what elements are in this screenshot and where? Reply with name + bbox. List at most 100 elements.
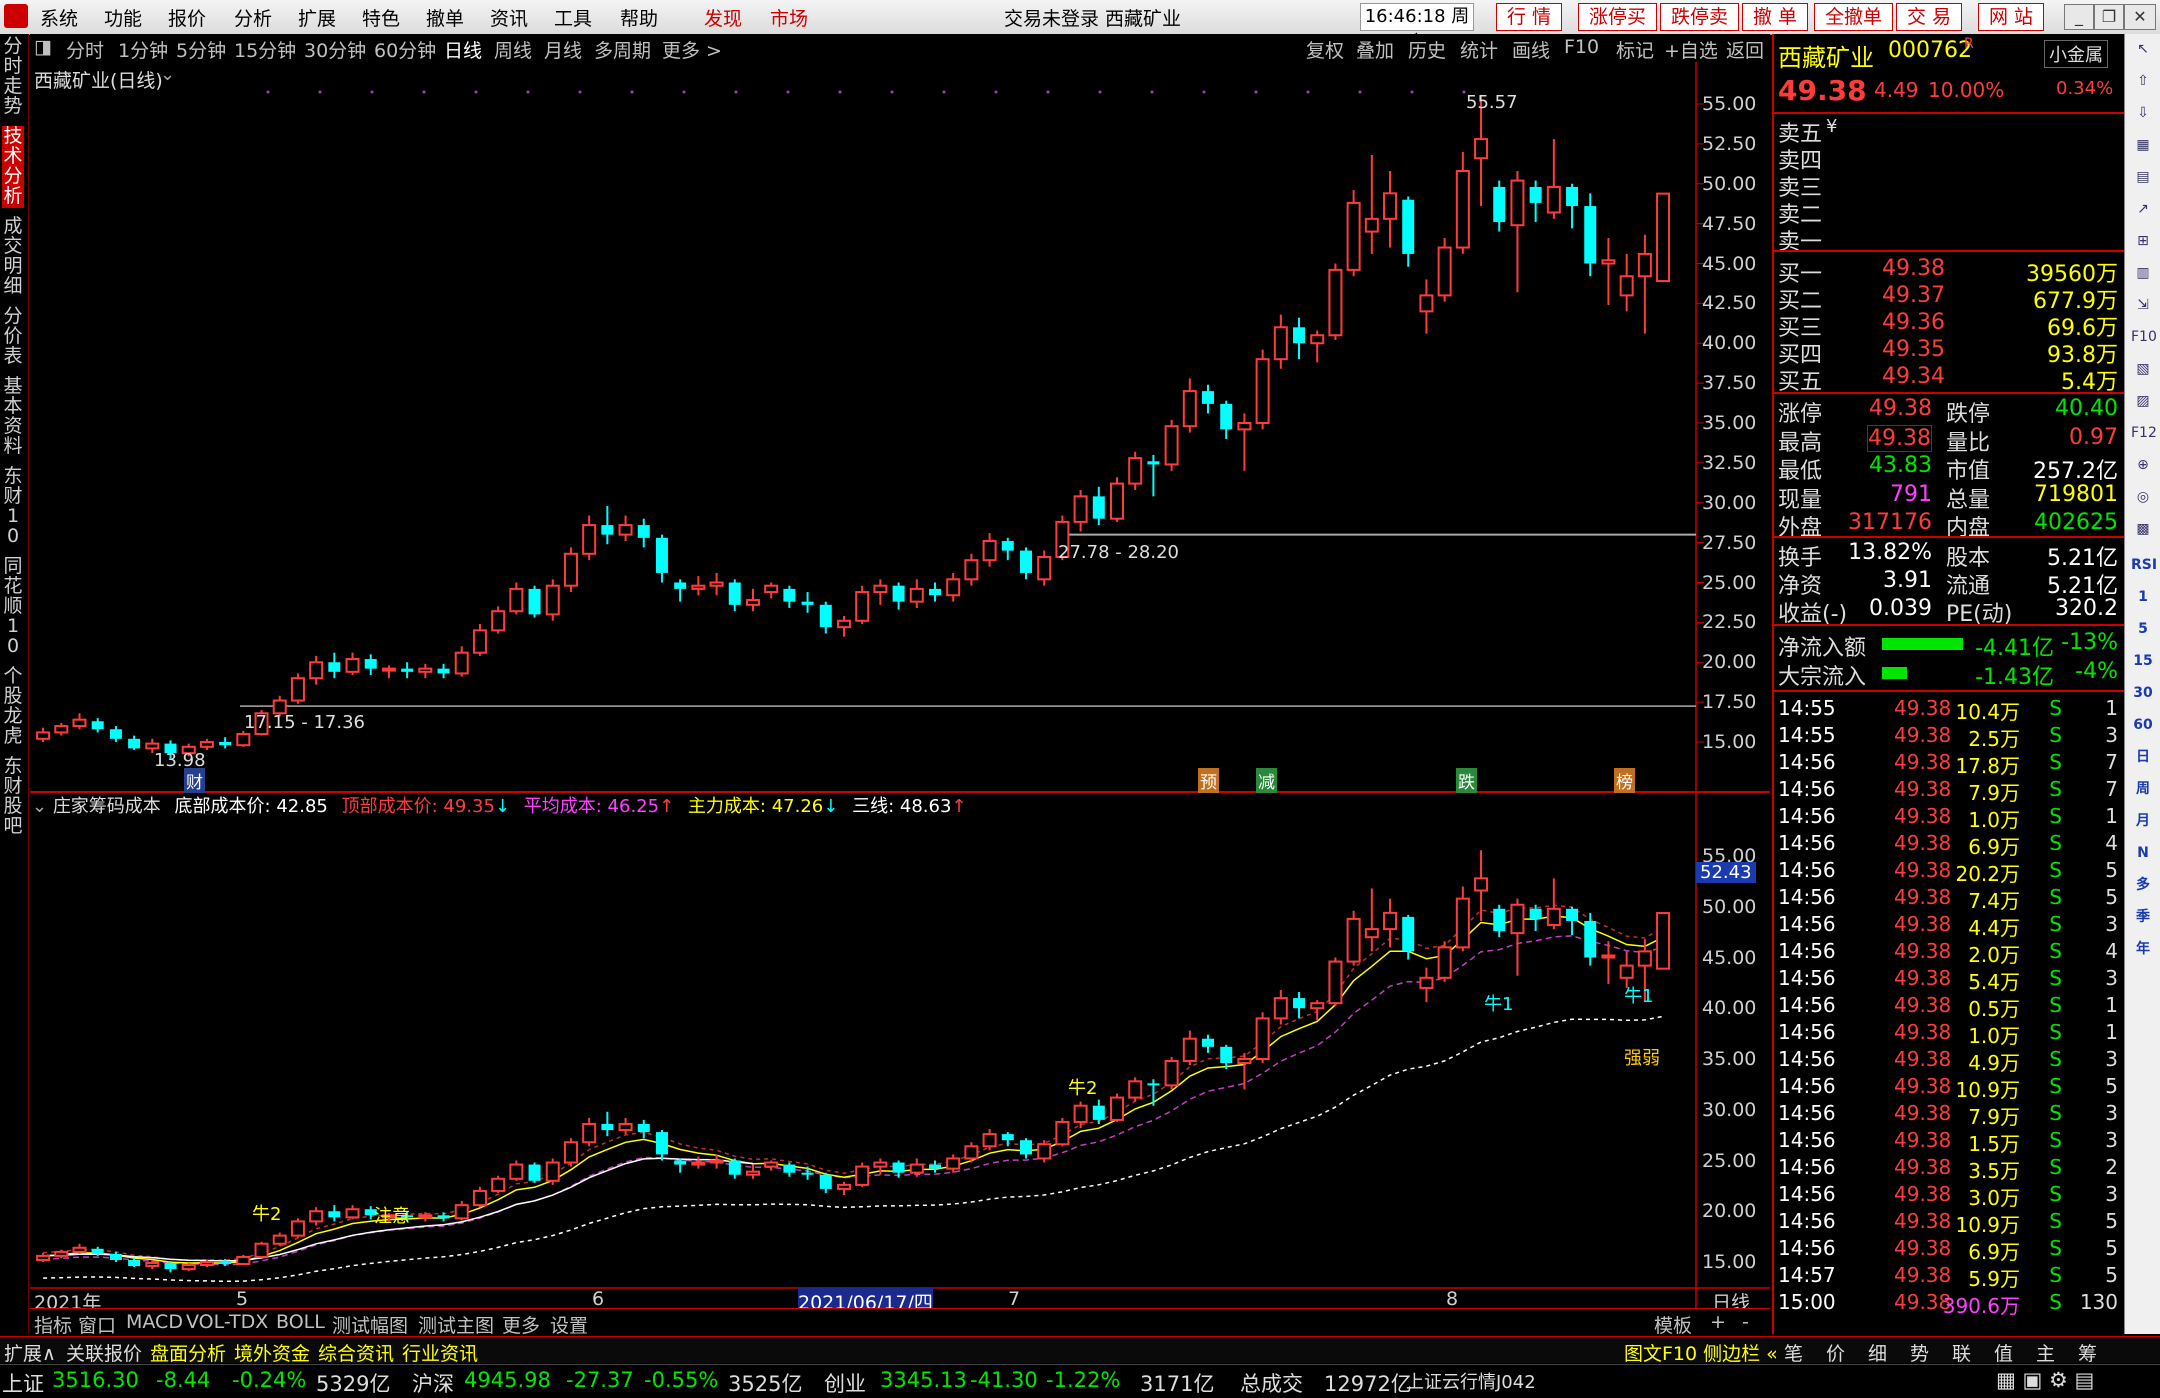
tab-trade-detail[interactable]: 成交明细 — [2, 216, 24, 298]
tick-row[interactable]: 14:56 49.38 3.0万 S 3 — [1778, 1182, 2118, 1210]
bottom-tab-settings[interactable]: 设置 — [550, 1311, 588, 1338]
strip-label[interactable]: 30 — [2131, 682, 2155, 704]
tick-row[interactable]: 14:56 49.38 4.4万 S 3 — [1778, 912, 2118, 940]
bottom-tab-macd[interactable]: MACD — [126, 1311, 183, 1333]
tab-stock-forum[interactable]: 东财股吧 — [2, 756, 24, 838]
tab-dragon-tiger[interactable]: 个股龙虎 — [2, 666, 24, 748]
bottom-tab-vol[interactable]: VOL-TDX — [186, 1311, 268, 1333]
strip-icon[interactable]: ▨ — [2131, 390, 2155, 412]
toggle-icon[interactable]: ◨ — [34, 36, 52, 58]
tab-intraday[interactable]: 分时走势 — [2, 36, 24, 118]
period-5min[interactable]: 5分钟 — [176, 36, 226, 63]
close-button[interactable]: ✕ — [2124, 4, 2156, 30]
menu-item-function[interactable]: 功能 — [104, 4, 142, 31]
ext-right-tab-trade[interactable]: 笔 — [1784, 1339, 1803, 1366]
tick-row[interactable]: 14:55 49.38 2.5万 S 3 — [1778, 723, 2118, 751]
indicator-name[interactable]: 庄家筹码成本 — [53, 796, 161, 817]
ext-market-analysis[interactable]: 盘面分析 — [150, 1339, 226, 1366]
period-30min[interactable]: 30分钟 — [304, 36, 366, 63]
tick-row[interactable]: 14:56 49.38 10.9万 S 5 — [1778, 1074, 2118, 1102]
chart-settings-icon[interactable]: ⌄ — [160, 64, 175, 85]
tick-row[interactable]: 14:56 49.38 3.5万 S 2 — [1778, 1155, 2118, 1183]
tick-row[interactable]: 14:56 49.38 6.9万 S 4 — [1778, 831, 2118, 859]
menu-discover[interactable]: 发现 — [704, 4, 742, 31]
strip-label[interactable]: 15 — [2131, 650, 2155, 672]
tick-row[interactable]: 14:56 49.38 7.9万 S 3 — [1778, 1101, 2118, 1129]
tool-mark[interactable]: 标记 — [1616, 36, 1654, 63]
event-forecast[interactable]: 预 — [1198, 768, 1219, 793]
strip-label[interactable]: RSI — [2131, 554, 2157, 576]
menu-item-help[interactable]: 帮助 — [620, 4, 658, 31]
period-60min[interactable]: 60分钟 — [374, 36, 436, 63]
strip-label[interactable]: N — [2131, 842, 2155, 864]
quick-btn-trade[interactable]: 交 易 — [1896, 3, 1963, 31]
period-daily[interactable]: 日线 — [444, 36, 482, 63]
restore-button[interactable]: ❐ — [2094, 4, 2124, 30]
tick-row[interactable]: 14:56 49.38 2.0万 S 4 — [1778, 939, 2118, 967]
strip-label[interactable]: 年 — [2131, 938, 2155, 960]
tool-stats[interactable]: 统计 — [1460, 36, 1498, 63]
bottom-tab-boll[interactable]: BOLL — [276, 1311, 325, 1333]
sh-index-label[interactable]: 上证 — [2, 1368, 44, 1398]
cy-index-label[interactable]: 创业 — [824, 1368, 866, 1398]
tab-price-table[interactable]: 分价表 — [2, 306, 24, 368]
menu-item-news[interactable]: 资讯 — [490, 4, 528, 31]
tick-row[interactable]: 14:56 49.38 0.5万 S 1 — [1778, 993, 2118, 1021]
minimize-button[interactable]: _ — [2064, 4, 2094, 30]
period-weekly[interactable]: 周线 — [494, 36, 532, 63]
bottom-remove[interactable]: - — [1742, 1311, 1749, 1333]
quick-btn-website[interactable]: 网 站 — [1978, 3, 2045, 31]
menu-item-feature[interactable]: 特色 — [362, 4, 400, 31]
tick-row[interactable]: 14:56 49.38 10.9万 S 5 — [1778, 1209, 2118, 1237]
menu-item-quote[interactable]: 报价 — [168, 4, 206, 31]
strip-icon[interactable]: ▩ — [2131, 518, 2155, 540]
tick-row[interactable]: 15:00 49.38 390.6万 S 130 — [1778, 1290, 2118, 1318]
ext-general-news[interactable]: 综合资讯 — [318, 1339, 394, 1366]
menu-item-analysis[interactable]: 分析 — [234, 4, 272, 31]
quick-btn-quote[interactable]: 行 情 — [1496, 3, 1563, 31]
tick-row[interactable]: 14:56 49.38 5.4万 S 3 — [1778, 966, 2118, 994]
strip-icon[interactable]: ↖ — [2131, 38, 2155, 60]
tab-eastmoney10[interactable]: 东财10 — [2, 466, 24, 548]
tick-row[interactable]: 14:56 49.38 4.9万 S 3 — [1778, 1047, 2118, 1075]
strip-label[interactable]: 1 — [2131, 586, 2155, 608]
strip-label[interactable]: 5 — [2131, 618, 2155, 640]
tick-row[interactable]: 14:56 49.38 6.9万 S 5 — [1778, 1236, 2118, 1264]
ext-right-tab-link[interactable]: 联 — [1952, 1339, 1971, 1366]
ext-foreign-funds[interactable]: 境外资金 — [234, 1339, 310, 1366]
tab-technical[interactable]: 技术分析 — [2, 126, 24, 208]
strip-icon[interactable]: F12 — [2131, 422, 2157, 444]
app-logo-icon[interactable] — [4, 4, 28, 28]
ext-toggle[interactable]: 扩展∧ — [4, 1339, 56, 1366]
strip-icon[interactable]: ▥ — [2131, 262, 2155, 284]
strip-icon[interactable]: ⇧ — [2131, 70, 2155, 92]
bottom-template[interactable]: 模板 — [1654, 1311, 1692, 1338]
tick-row[interactable]: 14:55 49.38 10.4万 S 1 — [1778, 696, 2118, 724]
menu-item-cancel[interactable]: 撤单 — [426, 4, 464, 31]
bottom-tab-window[interactable]: 窗口 — [78, 1311, 116, 1338]
tool-draw[interactable]: 画线 — [1512, 36, 1550, 63]
tool-back[interactable]: 返回 — [1726, 36, 1764, 63]
indicator-settings-icon[interactable]: ⌄ — [32, 796, 53, 817]
menu-item-tools[interactable]: 工具 — [554, 4, 592, 31]
strip-icon[interactable]: ⇲ — [2131, 294, 2155, 316]
bottom-add[interactable]: + — [1710, 1311, 1726, 1333]
tick-row[interactable]: 14:56 49.38 7.9万 S 7 — [1778, 777, 2118, 805]
ext-industry-news[interactable]: 行业资讯 — [402, 1339, 478, 1366]
strip-label[interactable]: 日 — [2131, 746, 2155, 768]
period-more[interactable]: 更多 > — [662, 36, 722, 63]
ext-right-tab-value[interactable]: 值 — [1994, 1339, 2013, 1366]
strip-icon[interactable]: ▤ — [2131, 166, 2155, 188]
ext-right-tab-chips[interactable]: 筹 — [2078, 1339, 2097, 1366]
ext-right-tab-trend[interactable]: 势 — [1910, 1339, 1929, 1366]
period-intraday[interactable]: 分时 — [66, 36, 104, 63]
strip-label[interactable]: 60 — [2131, 714, 2155, 736]
tool-overlay[interactable]: 叠加 — [1356, 36, 1394, 63]
quick-btn-limit-down-sell[interactable]: 跌停卖 — [1660, 3, 1740, 31]
event-finance[interactable]: 财 — [184, 768, 205, 793]
tool-adjust[interactable]: 复权 — [1306, 36, 1344, 63]
event-drop[interactable]: 跌 — [1456, 768, 1477, 793]
strip-icon[interactable]: ↗ — [2131, 198, 2155, 220]
strip-icon[interactable]: ▧ — [2131, 358, 2155, 380]
tool-add-watch[interactable]: +自选 — [1664, 36, 1718, 63]
